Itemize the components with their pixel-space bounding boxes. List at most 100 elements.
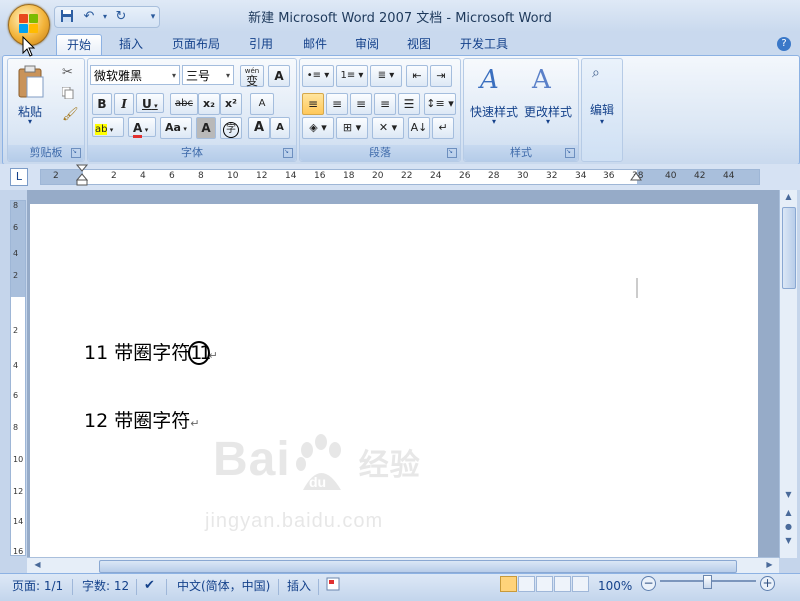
shading-button[interactable]: ◈ ▾ [302, 117, 334, 139]
document-line[interactable]: 12 带圈字符↵ [84, 406, 199, 433]
font-name-combo[interactable]: 微软雅黑 ▾ [90, 65, 180, 85]
quick-styles-dropdown-icon[interactable]: ▾ [486, 117, 502, 126]
paragraph-launcher-icon[interactable]: ↘ [447, 148, 457, 158]
tab-home[interactable]: 开始 [56, 34, 102, 55]
insert-mode-status[interactable]: 插入 [287, 577, 311, 595]
scroll-down-icon[interactable]: ▼ [780, 490, 797, 499]
borders-button[interactable]: ⊞ ▾ [336, 117, 368, 139]
print-layout-view-icon[interactable] [500, 576, 517, 592]
editing-dropdown-icon[interactable]: ▾ [594, 117, 610, 126]
font-color-dropdown-icon[interactable]: ▾ [142, 126, 149, 134]
decrease-indent-button[interactable]: ⇤ [406, 65, 428, 87]
zoom-slider-knob[interactable] [703, 575, 712, 589]
grow-font-button[interactable]: A [248, 117, 270, 139]
change-case-button[interactable]: Aa ▾ [160, 117, 192, 139]
format-painter-icon[interactable]: 🖌 [62, 107, 79, 122]
previous-page-icon[interactable]: ▲ [780, 508, 797, 517]
tab-insert[interactable]: 插入 [110, 34, 152, 54]
zoom-in-icon[interactable]: + [760, 576, 775, 591]
horizontal-scrollbar[interactable]: ◀ ▶ [27, 557, 779, 574]
paste-icon[interactable] [16, 65, 46, 99]
distributed-button[interactable]: ☰ [398, 93, 420, 115]
scroll-left-icon[interactable]: ◀ [29, 560, 46, 569]
character-shading-button[interactable]: A [196, 117, 216, 139]
change-styles-dropdown-icon[interactable]: ▾ [540, 117, 556, 126]
font-name-dropdown-icon[interactable]: ▾ [172, 66, 176, 86]
align-left-button[interactable]: ≡ [302, 93, 324, 115]
customize-qat-icon[interactable]: ▾ [145, 9, 161, 25]
font-launcher-icon[interactable]: ↘ [283, 148, 293, 158]
change-styles-icon[interactable]: A [532, 65, 551, 95]
outline-view-icon[interactable] [554, 576, 571, 592]
clear-formatting-button[interactable]: A [250, 93, 274, 115]
word-count-status[interactable]: 字数: 12 [82, 577, 129, 595]
zoom-out-icon[interactable]: − [641, 576, 656, 591]
vertical-ruler[interactable]: 8 6 4 2 2 4 6 8 10 12 14 16 [10, 200, 26, 556]
chinese-layout-button[interactable]: ✕ ▾ [372, 117, 404, 139]
highlight-dropdown-icon[interactable]: ▾ [107, 126, 114, 134]
tab-references[interactable]: 引用 [240, 34, 282, 54]
bullets-button[interactable]: •≡ ▾ [302, 65, 334, 87]
macro-record-icon[interactable] [326, 577, 340, 595]
increase-indent-button[interactable]: ⇥ [430, 65, 452, 87]
change-case-dropdown-icon[interactable]: ▾ [181, 125, 187, 133]
zoom-level-status[interactable]: 100% [598, 577, 632, 595]
save-icon[interactable] [59, 9, 75, 25]
draft-view-icon[interactable] [572, 576, 589, 592]
indent-marker-icon[interactable] [76, 164, 88, 186]
help-icon[interactable]: ? [777, 37, 791, 51]
font-color-button[interactable]: A ▾ [128, 117, 156, 138]
select-browse-object-icon[interactable]: ● [780, 522, 797, 531]
cut-icon[interactable]: ✂ [62, 65, 73, 80]
underline-button[interactable]: U ▾ [136, 93, 164, 113]
scroll-right-icon[interactable]: ▶ [761, 560, 778, 569]
phonetic-guide-button[interactable]: wén 变 [240, 65, 264, 87]
subscript-button[interactable]: x₂ [198, 93, 220, 115]
align-center-button[interactable]: ≡ [326, 93, 348, 115]
vertical-scrollbar[interactable]: ▲ ▼ ▲ ● ▼ [779, 190, 797, 558]
font-size-dropdown-icon[interactable]: ▾ [226, 66, 230, 86]
page-count-status[interactable]: 页面: 1/1 [12, 577, 63, 595]
shrink-font-button[interactable]: A [270, 117, 290, 139]
right-indent-marker-icon[interactable] [630, 172, 642, 182]
document-line[interactable]: 11 带圈字符 11↵ [84, 338, 218, 365]
show-hide-marks-button[interactable]: ↵ [432, 117, 454, 139]
language-status[interactable]: 中文(简体，中国) [177, 577, 270, 595]
numbering-button[interactable]: 1≡ ▾ [336, 65, 368, 87]
highlight-button[interactable]: ab ▾ [92, 117, 124, 137]
styles-launcher-icon[interactable]: ↘ [565, 148, 575, 158]
sort-button[interactable]: A↓ [408, 117, 430, 139]
tab-mailings[interactable]: 邮件 [294, 34, 336, 54]
paste-dropdown-icon[interactable]: ▾ [22, 117, 38, 126]
line-spacing-button[interactable]: ↕≡ ▾ [424, 93, 456, 115]
tab-review[interactable]: 审阅 [346, 34, 388, 54]
horizontal-ruler[interactable]: 2246810121416182022242628303234363840424… [40, 169, 760, 185]
tab-developer[interactable]: 开发工具 [452, 34, 516, 54]
underline-dropdown-icon[interactable]: ▾ [152, 102, 158, 110]
tab-view[interactable]: 视图 [398, 34, 440, 54]
proofing-icon[interactable]: ✔ [144, 577, 155, 595]
editing-group[interactable]: ⌕ 编辑 ▾ [581, 58, 623, 162]
tab-page-layout[interactable]: 页面布局 [166, 34, 226, 54]
justify-button[interactable]: ≡ [374, 93, 396, 115]
quick-styles-icon[interactable]: A [480, 65, 499, 95]
character-border-button[interactable]: A [268, 65, 290, 87]
multilevel-list-button[interactable]: ≣ ▾ [370, 65, 402, 87]
vertical-scroll-thumb[interactable] [782, 207, 796, 289]
undo-icon[interactable]: ↶ [81, 9, 97, 25]
scroll-up-icon[interactable]: ▲ [780, 192, 797, 201]
bold-button[interactable]: B [92, 93, 112, 115]
tab-selector[interactable]: L [10, 168, 28, 186]
copy-icon[interactable] [61, 86, 74, 100]
enclose-characters-button[interactable]: 字 [220, 117, 242, 139]
redo-icon[interactable]: ↻ [113, 9, 129, 25]
clipboard-launcher-icon[interactable]: ↘ [71, 148, 81, 158]
full-screen-reading-view-icon[interactable] [518, 576, 535, 592]
strikethrough-button[interactable]: abc [170, 93, 198, 115]
font-size-combo[interactable]: 三号 ▾ [182, 65, 234, 85]
superscript-button[interactable]: x² [220, 93, 242, 115]
horizontal-scroll-thumb[interactable] [99, 560, 737, 573]
web-layout-view-icon[interactable] [536, 576, 553, 592]
next-page-icon[interactable]: ▼ [780, 536, 797, 545]
italic-button[interactable]: I [114, 93, 134, 115]
